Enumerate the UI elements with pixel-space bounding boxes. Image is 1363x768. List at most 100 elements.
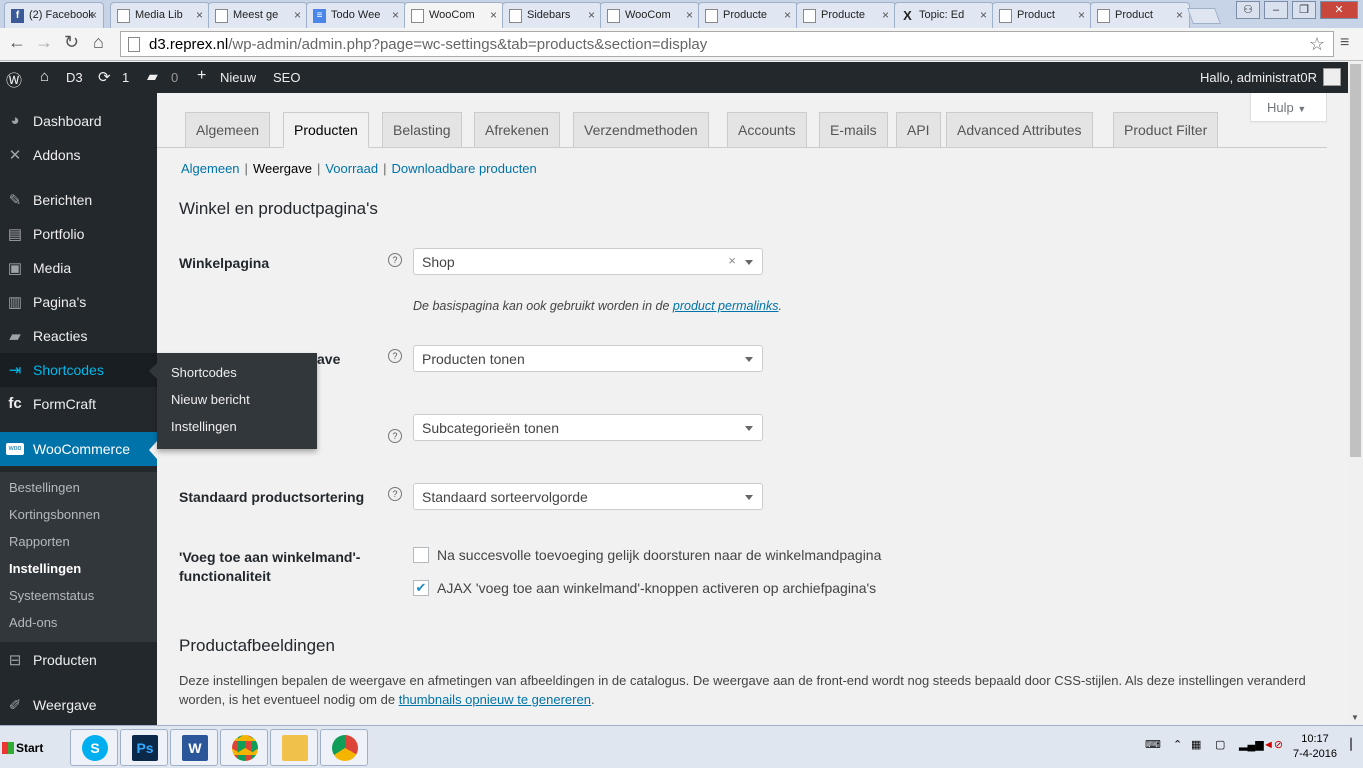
keyboard-icon[interactable]: ⌨	[1145, 738, 1161, 751]
winkelpagina-weergave-select[interactable]: Producten tonen	[413, 345, 763, 372]
browser-tab[interactable]: ≡ Todo Wee ×	[306, 2, 406, 28]
taskbar-chrome[interactable]	[220, 729, 268, 766]
ajax-checkbox[interactable]: ✔	[413, 580, 429, 596]
sidebar-item-producten[interactable]: ⊟ Producten	[0, 643, 157, 677]
clock[interactable]: 10:17 7-4-2016	[1290, 732, 1340, 762]
close-icon[interactable]: ×	[1176, 8, 1183, 22]
browser-tab[interactable]: X Topic: Ed ×	[894, 2, 994, 28]
show-desktop-icon[interactable]: ▕	[1343, 738, 1351, 751]
flyout-item-nieuw-bericht[interactable]: Nieuw bericht	[171, 392, 250, 407]
redirect-checkbox[interactable]	[413, 547, 429, 563]
home-icon[interactable]: ⌂	[40, 68, 49, 85]
close-icon[interactable]: ×	[980, 8, 987, 22]
scroll-down-icon[interactable]: ▼	[1351, 713, 1359, 722]
new-menu[interactable]: Nieuw	[220, 70, 256, 85]
sidebar-item-weergave[interactable]: ✐ Weergave	[0, 688, 157, 722]
updates-count[interactable]: 1	[122, 70, 129, 85]
help-tip-icon[interactable]: ?	[388, 349, 402, 363]
close-icon[interactable]: ×	[588, 8, 595, 22]
updates-icon[interactable]: ⟳	[98, 68, 111, 86]
help-tip-icon[interactable]: ?	[388, 429, 402, 443]
categorie-weergave-select[interactable]: Subcategorieën tonen	[413, 414, 763, 441]
comment-icon[interactable]: ▰	[147, 68, 158, 85]
tab-belasting[interactable]: Belasting	[382, 112, 462, 148]
taskbar-chrome-2[interactable]	[320, 729, 368, 766]
section-link-weergave[interactable]: Weergave	[253, 161, 312, 176]
back-icon[interactable]: ←	[8, 32, 26, 53]
browser-tab[interactable]: Product ×	[992, 2, 1092, 28]
reload-icon[interactable]: ↻	[64, 32, 79, 53]
sidebar-item-portfolio[interactable]: ▤ Portfolio	[0, 217, 157, 251]
url-input[interactable]: d3.reprex.nl/wp-admin/admin.php?page=wc-…	[120, 31, 1334, 57]
winkelpagina-select[interactable]: Shop ×	[413, 248, 763, 275]
submenu-bestellingen[interactable]: Bestellingen	[9, 480, 80, 495]
taskbar-explorer[interactable]	[270, 729, 318, 766]
browser-tab[interactable]: Producte ×	[698, 2, 798, 28]
tab-advanced-attributes[interactable]: Advanced Attributes	[946, 112, 1093, 148]
browser-tab[interactable]: Producte ×	[796, 2, 896, 28]
wordpress-logo-icon[interactable]: Ⓦ	[6, 67, 22, 91]
signal-icon[interactable]: ▂▄▆	[1239, 738, 1264, 751]
close-icon[interactable]: ×	[196, 8, 203, 22]
start-button[interactable]: Start	[0, 730, 50, 765]
sidebar-item-dashboard[interactable]: ◕ Dashboard	[0, 104, 157, 138]
product-permalinks-link[interactable]: product permalinks	[673, 299, 779, 313]
tab-verzendmethoden[interactable]: Verzendmethoden	[573, 112, 709, 148]
submenu-systeemstatus[interactable]: Systeemstatus	[9, 588, 94, 603]
plus-icon[interactable]: +	[197, 67, 206, 85]
clear-icon[interactable]: ×	[728, 253, 736, 268]
user-icon[interactable]: ⚇	[1236, 1, 1260, 19]
help-tip-icon[interactable]: ?	[388, 253, 402, 267]
taskbar-photoshop[interactable]: Ps	[120, 729, 168, 766]
avatar[interactable]	[1323, 68, 1341, 86]
browser-tab[interactable]: Product ×	[1090, 2, 1190, 28]
vertical-scrollbar[interactable]: ▼	[1348, 62, 1363, 725]
browser-tab[interactable]: Sidebars ×	[502, 2, 602, 28]
help-tip-icon[interactable]: ?	[388, 487, 402, 501]
tab-producten[interactable]: Producten	[283, 112, 369, 148]
forward-icon[interactable]: →	[35, 32, 53, 53]
submenu-instellingen[interactable]: Instellingen	[9, 561, 81, 576]
user-greeting[interactable]: Hallo, administrat0R	[1200, 70, 1317, 85]
ajax-checkbox-label[interactable]: AJAX 'voeg toe aan winkelmand'-knoppen a…	[437, 580, 876, 596]
scrollbar-thumb[interactable]	[1350, 64, 1361, 457]
tab-emails[interactable]: E-mails	[819, 112, 888, 148]
comments-count[interactable]: 0	[171, 70, 178, 85]
browser-tab[interactable]: Media Lib ×	[110, 2, 210, 28]
restore-button[interactable]: ❐	[1292, 1, 1316, 19]
sidebar-item-addons[interactable]: ✕ Addons	[0, 138, 157, 172]
site-name[interactable]: D3	[66, 70, 83, 85]
browser-tab[interactable]: Meest ge ×	[208, 2, 308, 28]
sidebar-item-formcraft[interactable]: fc FormCraft	[0, 387, 157, 421]
new-tab-button[interactable]	[1187, 8, 1221, 24]
sidebar-item-reacties[interactable]: ▰ Reacties	[0, 319, 157, 353]
minimize-button[interactable]: –	[1264, 1, 1288, 19]
close-icon[interactable]: ×	[784, 8, 791, 22]
network-icon[interactable]: ▦	[1191, 738, 1201, 751]
tab-accounts[interactable]: Accounts	[727, 112, 807, 148]
close-icon[interactable]: ×	[392, 8, 399, 22]
close-icon[interactable]: ×	[686, 8, 693, 22]
sidebar-item-media[interactable]: ▣ Media	[0, 251, 157, 285]
browser-tab[interactable]: WooCom ×	[600, 2, 700, 28]
section-link-voorraad[interactable]: Voorraad	[325, 161, 378, 176]
menu-icon[interactable]: ≡	[1340, 34, 1349, 52]
redirect-checkbox-label[interactable]: Na succesvolle toevoeging gelijk doorstu…	[437, 547, 881, 563]
tab-afrekenen[interactable]: Afrekenen	[474, 112, 560, 148]
home-icon[interactable]: ⌂	[93, 32, 104, 53]
close-icon[interactable]: ×	[294, 8, 301, 22]
submenu-rapporten[interactable]: Rapporten	[9, 534, 70, 549]
sidebar-item-shortcodes[interactable]: ⇥ Shortcodes	[0, 353, 157, 387]
tab-algemeen[interactable]: Algemeen	[185, 112, 271, 148]
star-icon[interactable]: ☆	[1309, 34, 1325, 55]
regenerate-thumbnails-link[interactable]: thumbnails opnieuw te genereren	[399, 692, 591, 707]
taskbar-word[interactable]: W	[170, 729, 218, 766]
close-window-button[interactable]: ✕	[1320, 1, 1358, 19]
close-icon[interactable]: ×	[882, 8, 889, 22]
taskbar-skype[interactable]: S	[70, 729, 118, 766]
submenu-kortingsbonnen[interactable]: Kortingsbonnen	[9, 507, 100, 522]
section-link-algemeen[interactable]: Algemeen	[181, 161, 240, 176]
sidebar-item-paginas[interactable]: ▥ Pagina's	[0, 285, 157, 319]
close-icon[interactable]: ×	[90, 8, 97, 22]
sidebar-item-woocommerce[interactable]: woo WooCommerce	[0, 432, 157, 466]
